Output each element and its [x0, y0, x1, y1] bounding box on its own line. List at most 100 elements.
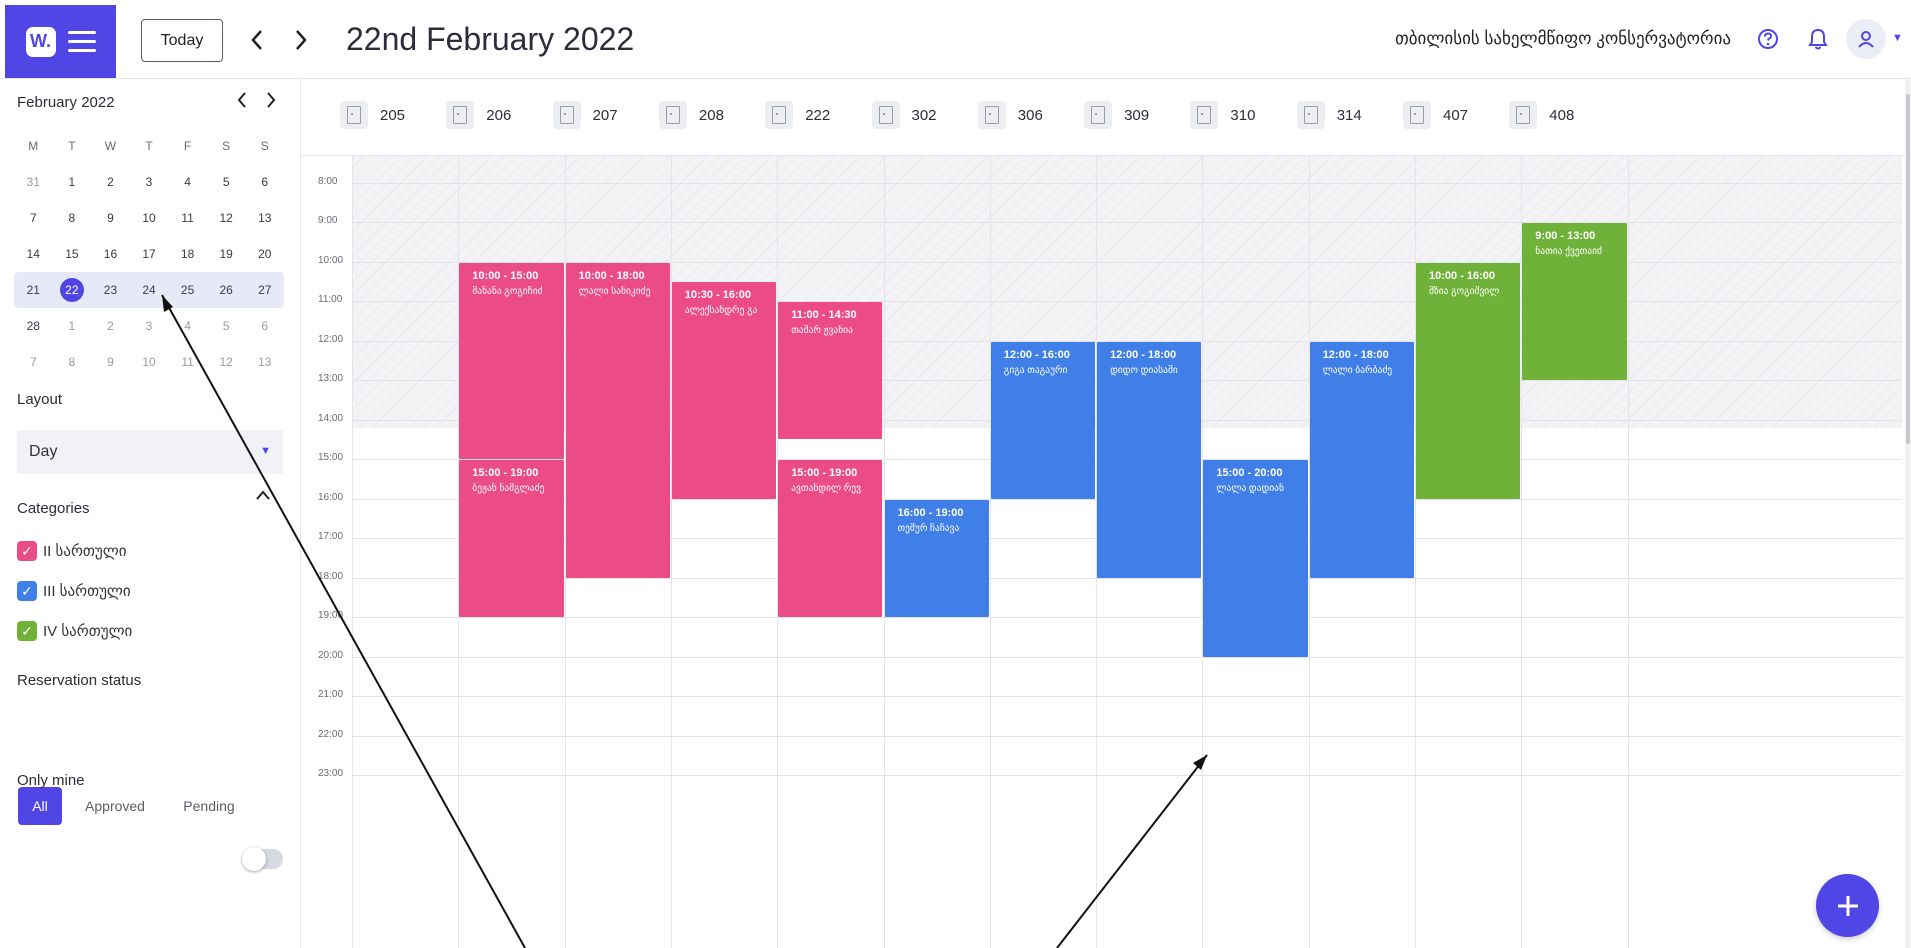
mini-calendar-day[interactable]: 7 — [14, 355, 53, 369]
user-avatar[interactable] — [1846, 19, 1886, 59]
mini-calendar-week: 7 8 9 10 11 12 13 — [14, 344, 284, 380]
mini-calendar-day[interactable]: 5 — [207, 175, 246, 189]
event-person: ნათია ქვეთაიძ — [1535, 246, 1602, 258]
mini-calendar-day[interactable]: 1 — [53, 175, 92, 189]
mini-calendar-day[interactable]: 1 — [53, 319, 92, 333]
reservation-event[interactable]: 15:00 - 19:00 ავთანდილ რევ — [778, 460, 883, 618]
room-number: 407 — [1443, 106, 1469, 124]
mini-calendar-day[interactable]: 20 — [245, 247, 284, 261]
reservation-event[interactable]: 12:00 - 18:00 ლალი ბარბაძე — [1309, 341, 1414, 578]
mini-calendar-day[interactable]: 2 — [91, 175, 130, 189]
mini-calendar-day[interactable]: 24 — [130, 283, 169, 297]
today-button[interactable]: Today — [141, 19, 223, 62]
room-column-header[interactable]: 306 — [977, 101, 1043, 129]
mini-calendar-day[interactable]: 8 — [53, 211, 92, 225]
room-column-header[interactable]: 309 — [1084, 101, 1149, 129]
mini-calendar-day[interactable]: 11 — [168, 355, 207, 369]
room-column-header[interactable]: 206 — [446, 101, 511, 129]
mini-calendar-day[interactable]: 21 — [14, 283, 53, 297]
status-approved-button[interactable]: Approved — [76, 787, 154, 825]
mini-calendar-day[interactable]: 8 — [53, 355, 92, 369]
reservation-event[interactable]: 10:00 - 16:00 მზია გოგიშვილ — [1416, 262, 1521, 499]
mini-calendar-day[interactable]: 16 — [91, 247, 130, 261]
only-mine-toggle[interactable] — [242, 847, 283, 871]
organization-name[interactable]: თბილისის სახელმწიფო კონსერვატორია — [1395, 29, 1731, 49]
room-column-header[interactable]: 408 — [1509, 101, 1574, 129]
room-column-header[interactable]: 222 — [765, 101, 830, 129]
mini-calendar-day[interactable]: 6 — [245, 319, 284, 333]
checkbox-checked-icon[interactable]: ✓ — [17, 621, 37, 641]
mini-calendar-day[interactable]: 12 — [207, 355, 246, 369]
scrollbar-thumb[interactable] — [1906, 94, 1910, 444]
event-person: გიგა თაგაური — [1003, 364, 1068, 376]
mini-calendar-day[interactable]: 3 — [130, 175, 169, 189]
mini-calendar-day[interactable]: 4 — [168, 319, 207, 333]
grid-column-line — [352, 156, 353, 948]
mini-calendar-day[interactable]: 10 — [130, 355, 169, 369]
menu-icon[interactable] — [67, 31, 96, 52]
room-column-header[interactable]: 407 — [1403, 101, 1468, 129]
status-all-button[interactable]: All — [18, 787, 62, 825]
mini-calendar-day[interactable]: 13 — [245, 211, 284, 225]
mini-calendar-day[interactable]: 28 — [14, 319, 53, 333]
room-column-header[interactable]: 205 — [340, 101, 405, 129]
room-column-header[interactable]: 314 — [1296, 101, 1362, 129]
mini-calendar-day[interactable]: 2 — [91, 319, 130, 333]
grid-hour-line — [352, 182, 1902, 184]
mini-calendar-day[interactable]: 5 — [207, 319, 246, 333]
mini-calendar-day[interactable]: 6 — [245, 175, 284, 189]
mini-calendar-day[interactable]: 22 — [53, 278, 92, 302]
mini-calendar-day[interactable]: 17 — [130, 247, 169, 261]
help-icon[interactable] — [1753, 24, 1783, 54]
mini-calendar-day[interactable]: 12 — [207, 211, 246, 225]
mini-calendar-next-icon[interactable] — [265, 91, 277, 115]
mini-calendar-day[interactable]: 31 — [14, 175, 53, 189]
reservation-event[interactable]: 15:00 - 19:00 ბეჟან ნამგლაძე — [459, 460, 564, 618]
reservation-event[interactable]: 16:00 - 19:00 თემურ ჩაჩავა — [884, 499, 989, 618]
mini-calendar-day[interactable]: 18 — [168, 247, 207, 261]
mini-calendar-day[interactable]: 3 — [130, 319, 169, 333]
event-time: 10:00 - 18:00 — [578, 269, 645, 282]
chevron-left-icon[interactable] — [245, 24, 269, 56]
status-pending-button[interactable]: Pending — [170, 787, 248, 825]
reservation-event[interactable]: 15:00 - 20:00 ლალა დადიან — [1203, 460, 1308, 657]
mini-calendar-day[interactable]: 13 — [245, 355, 284, 369]
mini-calendar-day[interactable]: 10 — [130, 211, 169, 225]
mini-calendar-day[interactable]: 27 — [245, 283, 284, 297]
mini-calendar-day[interactable]: 23 — [91, 283, 130, 297]
mini-calendar-day[interactable]: 26 — [207, 283, 246, 297]
room-column-header[interactable]: 310 — [1190, 101, 1255, 129]
room-column-header[interactable]: 302 — [871, 101, 937, 129]
mini-calendar-day[interactable]: 7 — [14, 211, 53, 225]
add-reservation-button[interactable] — [1816, 874, 1879, 937]
reservation-event[interactable]: 11:00 - 14:30 თამარ ჟვანია — [778, 302, 883, 440]
mini-calendar-day[interactable]: 25 — [168, 283, 207, 297]
layout-select[interactable]: Day ▼ — [17, 430, 283, 474]
checkbox-checked-icon[interactable]: ✓ — [17, 541, 37, 561]
room-column-header[interactable]: 208 — [658, 101, 724, 129]
room-column-header[interactable]: 207 — [552, 101, 618, 129]
category-iv-floor[interactable]: ✓ IV სართული — [17, 621, 132, 641]
reservation-event[interactable]: 12:00 - 16:00 გიგა თაგაური — [990, 341, 1096, 499]
reservation-event[interactable]: 12:00 - 18:00 დიდო დიასამი — [1097, 341, 1202, 578]
mini-calendar-prev-icon[interactable] — [236, 91, 248, 115]
mini-calendar-day[interactable]: 4 — [168, 175, 207, 189]
reservation-event[interactable]: 9:00 - 13:00 ნათია ქვეთაიძ — [1522, 223, 1627, 381]
category-ii-floor[interactable]: ✓ II სართული — [17, 541, 126, 561]
chevron-right-icon[interactable] — [289, 24, 313, 56]
chevron-up-icon[interactable] — [255, 487, 271, 505]
checkbox-checked-icon[interactable]: ✓ — [17, 581, 37, 601]
mini-calendar-day[interactable]: 9 — [91, 355, 130, 369]
mini-calendar-day[interactable]: 19 — [207, 247, 246, 261]
reservation-event[interactable]: 10:30 - 16:00 ალექსანდრე გა — [671, 282, 777, 499]
bell-icon[interactable] — [1803, 24, 1833, 54]
reservation-event[interactable]: 10:00 - 15:00 მანანა გოგიჩიძ — [459, 262, 564, 460]
mini-calendar-day[interactable]: 14 — [14, 247, 53, 261]
logo-block[interactable]: W. — [5, 5, 116, 78]
mini-calendar-day[interactable]: 9 — [91, 211, 130, 225]
mini-calendar-day[interactable]: 15 — [53, 247, 92, 261]
reservation-event[interactable]: 10:00 - 18:00 ლალი სანიკიძე — [565, 262, 670, 578]
mini-calendar-day[interactable]: 11 — [168, 211, 207, 225]
chevron-down-icon[interactable]: ▼ — [1892, 32, 1903, 44]
category-iii-floor[interactable]: ✓ III სართული — [17, 581, 131, 601]
